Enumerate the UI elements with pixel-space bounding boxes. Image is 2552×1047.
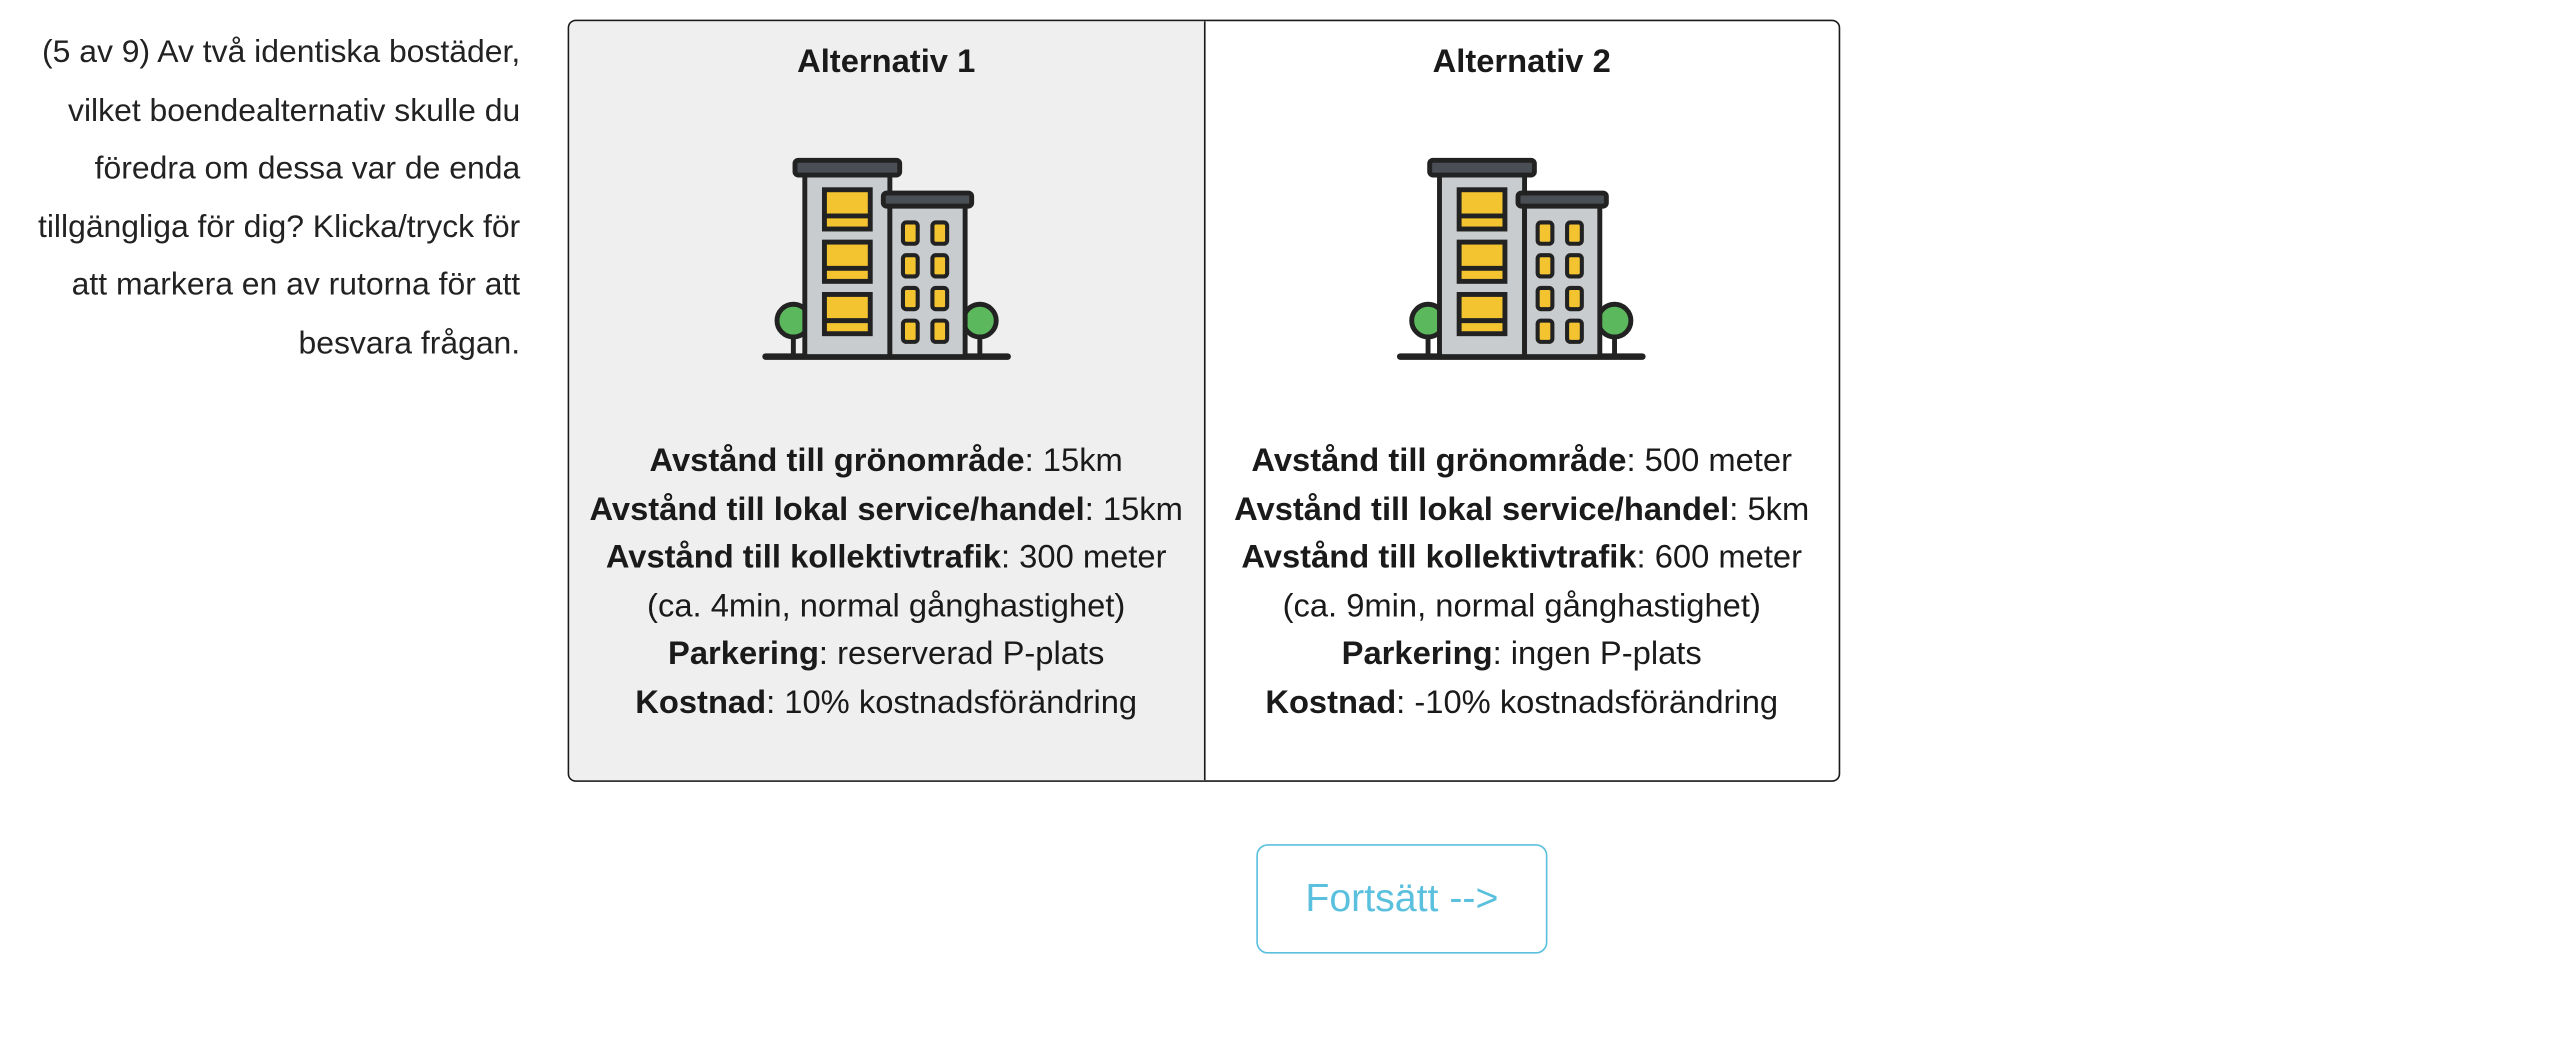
attribute-value: : 15km [1084, 491, 1183, 528]
apartment-building-icon [1397, 154, 1646, 370]
attribute-label: Parkering [1341, 636, 1493, 673]
alternative-title: Alternativ 1 [797, 44, 976, 81]
attribute-label: Avstånd till kollektivtrafik [605, 539, 1002, 576]
attribute-row: Avstånd till grönområde: 15km [569, 438, 1203, 486]
attribute-list: Avstånd till grönområde: 15km Avstånd til… [569, 438, 1203, 728]
alternative-1-card[interactable]: Alternativ 1 Avstånd till grönområde: 15… [569, 21, 1204, 781]
attribute-label: Parkering [667, 636, 819, 673]
attribute-label: Avstånd till lokal service/handel [589, 491, 1085, 528]
attribute-row: Avstånd till kollektivtrafik: 300 meter [569, 535, 1203, 583]
attribute-value: : ingen P-plats [1492, 636, 1702, 673]
attribute-row: Avstånd till lokal service/handel: 5km [1205, 487, 1839, 535]
attribute-value: : -10% kostnadsförändring [1396, 684, 1779, 721]
attribute-value: (ca. 9min, normal gånghastighet) [1282, 588, 1761, 625]
attribute-value: : 15km [1024, 443, 1123, 480]
question-text: (5 av 9) Av två identiska bostäder, vilk… [37, 34, 521, 361]
attribute-label: Kostnad [1265, 684, 1397, 721]
attribute-row: Avstånd till kollektivtrafik: 600 meter [1205, 535, 1839, 583]
attribute-value: : 600 meter [1636, 539, 1803, 576]
attribute-row: Avstånd till lokal service/handel: 15km [569, 487, 1203, 535]
attribute-label: Kostnad [635, 684, 767, 721]
attribute-label: Avstånd till kollektivtrafik [1241, 539, 1637, 576]
alternative-title: Alternativ 2 [1432, 44, 1611, 81]
attribute-label: Avstånd till grönområde [649, 443, 1025, 480]
attribute-row: Parkering: ingen P-plats [1205, 631, 1839, 679]
attribute-label: Avstånd till grönområde [1251, 443, 1627, 480]
attribute-label: Avstånd till lokal service/handel [1234, 491, 1730, 528]
attribute-row: Kostnad: -10% kostnadsförändring [1205, 680, 1839, 728]
survey-stage: (5 av 9) Av två identiska bostäder, vilk… [0, 0, 2552, 1047]
attribute-value: (ca. 4min, normal gånghastighet) [647, 588, 1126, 625]
attribute-value: : reserverad P-plats [818, 636, 1105, 673]
attribute-list: Avstånd till grönområde: 500 meter Avstån… [1205, 438, 1839, 728]
attribute-value: : 300 meter [1001, 539, 1167, 576]
alternative-2-card[interactable]: Alternativ 2 Avstånd till grönområde: 50… [1203, 21, 1839, 781]
choice-table: Alternativ 1 Avstånd till grönområde: 15… [567, 19, 1841, 782]
apartment-building-icon [762, 154, 1011, 370]
attribute-value: : 500 meter [1626, 443, 1792, 480]
attribute-row: (ca. 4min, normal gånghastighet) [569, 583, 1203, 631]
attribute-row: Kostnad: 10% kostnadsförändring [569, 680, 1203, 728]
attribute-row: Parkering: reserverad P-plats [569, 631, 1203, 679]
attribute-value: : 10% kostnadsförändring [766, 684, 1138, 721]
attribute-row: (ca. 9min, normal gånghastighet) [1205, 583, 1839, 631]
continue-button[interactable]: Fortsätt --> [1256, 844, 1548, 954]
attribute-row: Avstånd till grönområde: 500 meter [1205, 438, 1839, 486]
attribute-value: : 5km [1729, 491, 1810, 528]
